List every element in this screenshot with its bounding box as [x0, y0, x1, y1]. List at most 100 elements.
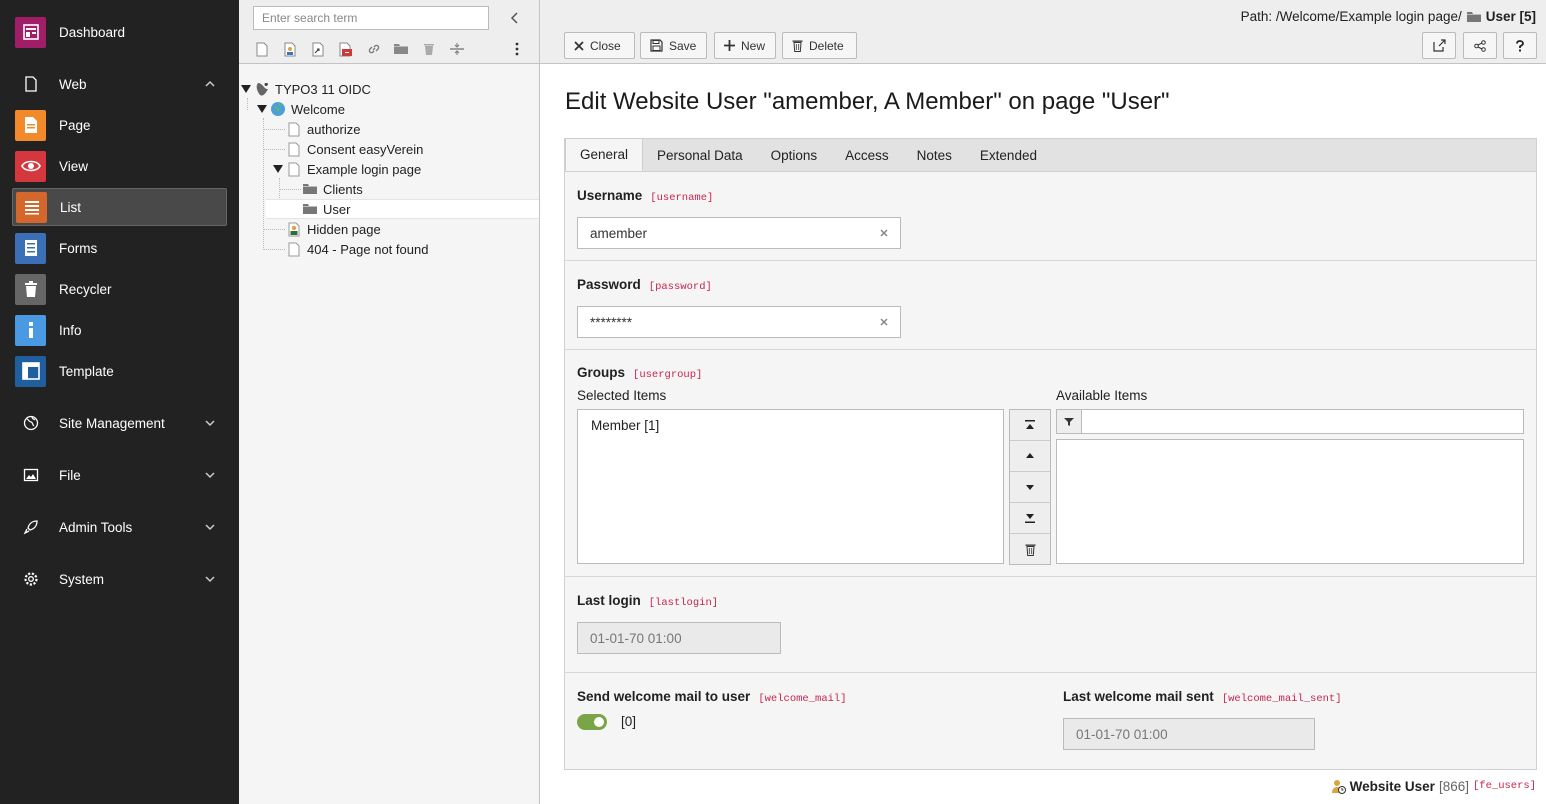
new-page-icon[interactable]	[253, 40, 271, 58]
password-input[interactable]: ********	[577, 306, 901, 338]
module-info[interactable]: Info	[12, 311, 227, 349]
image-icon	[15, 460, 46, 491]
available-items-filter[interactable]	[1056, 409, 1524, 434]
tab-options[interactable]: Options	[757, 139, 832, 171]
globe-icon	[270, 101, 286, 117]
module-forms[interactable]: Forms	[12, 229, 227, 267]
doc-header: Path: /Welcome/Example login page/ User …	[540, 0, 1546, 64]
expand-triangle-icon[interactable]	[257, 104, 267, 114]
selected-items-label: Selected Items	[577, 388, 667, 403]
globe-icon	[15, 408, 46, 439]
groups-section: Groups [usergroup] Selected Items Availa…	[565, 350, 1536, 577]
expand-triangle-icon[interactable]	[273, 164, 283, 174]
save-button[interactable]: Save	[640, 32, 707, 59]
module-list[interactable]: List	[12, 188, 227, 226]
trash-icon[interactable]	[420, 40, 438, 58]
page-icon	[286, 161, 302, 177]
content-area: Path: /Welcome/Example login page/ User …	[540, 0, 1546, 804]
page-tree: TYPO3 11 OIDC Welcome authorize Consent …	[239, 0, 540, 804]
new-external-link-page-icon[interactable]	[337, 40, 355, 58]
welcome-mail-label: Send welcome mail to user [welcome_mail]	[577, 689, 847, 705]
move-down-icon	[1026, 485, 1034, 490]
divider-icon[interactable]	[448, 40, 466, 58]
available-items-label: Available Items	[1056, 388, 1148, 403]
tree-node-welcome[interactable]: Welcome	[257, 99, 345, 119]
available-items-list[interactable]	[1056, 439, 1524, 564]
eye-icon	[15, 150, 46, 182]
tree-node-user[interactable]: User	[302, 199, 350, 219]
clear-icon[interactable]	[878, 227, 890, 239]
password-label: Password [password]	[577, 277, 712, 293]
breadcrumb: Path: /Welcome/Example login page/ User …	[1240, 9, 1536, 24]
tree-node-example-login[interactable]: Example login page	[273, 159, 421, 179]
module-group-site[interactable]: Site Management	[12, 404, 227, 442]
password-section: Password [password] ********	[565, 261, 1536, 350]
clear-icon[interactable]	[878, 316, 890, 328]
move-to-top-button[interactable]	[1010, 410, 1050, 441]
tab-extended[interactable]: Extended	[966, 139, 1051, 171]
chevron-down-icon	[205, 524, 215, 531]
module-group-system[interactable]: System	[12, 560, 227, 598]
new-shortcut-page-icon[interactable]	[309, 40, 327, 58]
gear-icon	[15, 564, 46, 595]
collapse-tree-icon[interactable]	[507, 10, 523, 26]
tab-personal-data[interactable]: Personal Data	[643, 139, 757, 171]
folder-icon[interactable]	[392, 40, 410, 58]
page-icon	[286, 241, 302, 257]
module-group-admin[interactable]: Admin Tools	[12, 508, 227, 546]
groups-label: Groups [usergroup]	[577, 365, 703, 381]
tree-guide	[263, 249, 285, 250]
username-label: Username [username]	[577, 188, 714, 204]
open-new-window-button[interactable]	[1422, 32, 1456, 59]
move-down-button[interactable]	[1010, 472, 1050, 503]
tree-search-input[interactable]	[253, 6, 489, 30]
module-view[interactable]: View	[12, 147, 227, 185]
selected-items-list[interactable]: Member [1]	[577, 409, 1004, 564]
username-input[interactable]: amember	[577, 217, 901, 249]
welcome-mail-toggle[interactable]	[577, 714, 607, 730]
lastlogin-section: Last login [lastlogin] 01-01-70 01:00	[565, 577, 1536, 673]
move-up-button[interactable]	[1010, 441, 1050, 472]
save-icon	[650, 39, 663, 52]
module-page[interactable]: Page	[12, 106, 227, 144]
list-icon	[16, 191, 47, 223]
module-recycler[interactable]: Recycler	[12, 270, 227, 308]
selected-item[interactable]: Member [1]	[591, 418, 659, 433]
tree-node-hidden[interactable]: Hidden page	[286, 219, 381, 239]
link-icon[interactable]	[365, 40, 383, 58]
module-group-file[interactable]: File	[12, 456, 227, 494]
tab-access[interactable]: Access	[831, 139, 903, 171]
tree-node-clients[interactable]: Clients	[302, 179, 363, 199]
more-options-icon[interactable]	[508, 40, 526, 58]
tree-node-root[interactable]: TYPO3 11 OIDC	[241, 79, 371, 99]
close-button[interactable]: Close	[564, 32, 635, 59]
move-top-icon	[1025, 420, 1035, 429]
lastlogin-field: 01-01-70 01:00	[577, 622, 781, 654]
move-to-bottom-button[interactable]	[1010, 503, 1050, 534]
share-button[interactable]	[1463, 32, 1497, 59]
module-dashboard[interactable]: Dashboard	[12, 13, 227, 51]
tree-guide	[263, 149, 285, 150]
new-restricted-page-icon[interactable]	[281, 40, 299, 58]
new-button[interactable]: New	[714, 32, 776, 59]
tree-toolbar	[239, 0, 539, 64]
module-template[interactable]: Template	[12, 352, 227, 390]
tree-node-authorize[interactable]: authorize	[286, 119, 360, 139]
expand-triangle-icon[interactable]	[241, 84, 251, 94]
module-group-web[interactable]: Web	[12, 65, 227, 103]
tab-general[interactable]: General	[565, 138, 644, 171]
delete-button[interactable]: Delete	[782, 32, 857, 59]
chevron-down-icon	[205, 576, 215, 583]
move-up-icon	[1026, 453, 1034, 458]
restricted-page-icon	[286, 221, 302, 237]
close-icon	[574, 40, 584, 51]
tree-node-consent[interactable]: Consent easyVerein	[286, 139, 423, 159]
lastlogin-label: Last login [lastlogin]	[577, 593, 719, 609]
page-icon	[286, 141, 302, 157]
tab-notes[interactable]: Notes	[903, 139, 966, 171]
help-button[interactable]	[1503, 32, 1537, 59]
tree-node-404[interactable]: 404 - Page not found	[286, 239, 428, 259]
remove-item-button[interactable]	[1010, 534, 1050, 565]
tree-guide	[263, 229, 285, 230]
template-icon	[15, 355, 46, 387]
